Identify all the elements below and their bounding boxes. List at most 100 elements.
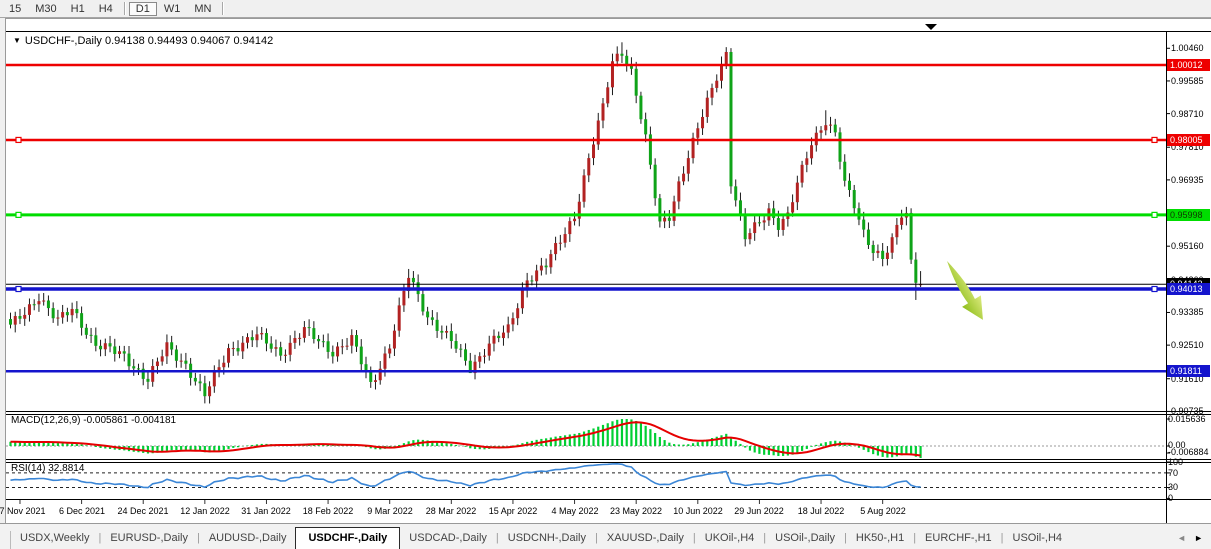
candle-body xyxy=(255,334,258,340)
candle-body xyxy=(61,312,64,317)
candle-body xyxy=(426,311,429,317)
price-level-badge: 1.00012 xyxy=(1167,59,1210,71)
line-anchor-handle[interactable] xyxy=(16,287,21,292)
candle-body xyxy=(208,386,211,396)
candle-body xyxy=(322,341,325,342)
candle-body xyxy=(284,355,287,356)
candle-body xyxy=(42,301,45,302)
tab-usoil-daily[interactable]: USOil-,Daily xyxy=(766,528,844,549)
candle-body xyxy=(260,333,263,334)
line-anchor-handle[interactable] xyxy=(1152,212,1157,217)
candle-body xyxy=(118,351,121,354)
candle-body xyxy=(52,308,55,318)
tab-usdx-weekly[interactable]: USDX,Weekly xyxy=(11,528,98,549)
candle-body xyxy=(872,245,875,253)
candle-body xyxy=(341,346,344,347)
candle-body xyxy=(203,383,206,396)
candle-body xyxy=(796,183,799,203)
candle-body xyxy=(47,301,50,309)
candle-body xyxy=(739,200,742,214)
candle-body xyxy=(763,220,766,222)
candle-body xyxy=(810,145,813,158)
rsi-axis-100-label: 100 xyxy=(1168,457,1183,467)
candle-body xyxy=(445,331,448,333)
candle-body xyxy=(663,218,666,222)
chart-canvas[interactable] xyxy=(0,0,1211,549)
candle-body xyxy=(132,366,135,368)
price-tick-label: 0.98710 xyxy=(1171,109,1204,119)
rsi-axis-0-label: 0 xyxy=(1168,493,1173,503)
candle-body xyxy=(436,320,439,331)
candle-body xyxy=(734,186,737,200)
candle-body xyxy=(317,339,320,341)
candle-body xyxy=(886,253,889,259)
line-anchor-handle[interactable] xyxy=(16,137,21,142)
candle-body xyxy=(336,346,339,356)
candle-body xyxy=(346,346,349,347)
candle-body xyxy=(289,343,292,355)
tab-usdcad-daily[interactable]: USDCAD-,Daily xyxy=(400,528,496,549)
candle-body xyxy=(265,333,268,343)
candle-body xyxy=(876,251,879,253)
candle-body xyxy=(237,348,240,351)
candle-body xyxy=(881,251,884,259)
candle-body xyxy=(853,190,856,208)
price-tick-label: 0.92510 xyxy=(1171,340,1204,350)
tab-xauusd-daily[interactable]: XAUUSD-,Daily xyxy=(598,528,693,549)
candle-body xyxy=(151,366,154,382)
candle-body xyxy=(753,222,756,233)
tab-scroll-controls: ◄► xyxy=(1177,533,1211,549)
chevron-down-icon[interactable]: ▼ xyxy=(13,36,21,45)
tab-scroll-left-icon[interactable]: ◄ xyxy=(1177,533,1186,543)
candle-body xyxy=(772,208,775,218)
candle-body xyxy=(393,331,396,349)
candle-body xyxy=(635,69,638,96)
candle-body xyxy=(521,290,524,308)
candle-body xyxy=(516,308,519,318)
candle-body xyxy=(492,336,495,344)
candle-body xyxy=(146,379,149,382)
candle-body xyxy=(758,222,761,223)
tab-eurchf-h1[interactable]: EURCHF-,H1 xyxy=(916,528,1001,549)
tab-audusd-daily[interactable]: AUDUSD-,Daily xyxy=(200,528,296,549)
candle-body xyxy=(312,328,315,339)
candle-body xyxy=(805,158,808,165)
candle-body xyxy=(369,372,372,382)
candle-body xyxy=(398,305,401,330)
candle-body xyxy=(56,318,59,319)
line-anchor-handle[interactable] xyxy=(16,212,21,217)
price-level-badge: 0.98005 xyxy=(1167,134,1210,146)
candle-body xyxy=(161,356,164,361)
candle-body xyxy=(782,219,785,230)
candle-body xyxy=(14,316,17,325)
candle-body xyxy=(677,181,680,201)
tab-usdchf-daily[interactable]: USDCHF-,Daily xyxy=(295,527,400,549)
candle-body xyxy=(156,362,159,366)
candle-body xyxy=(303,327,306,338)
chart-shift-marker-icon[interactable] xyxy=(925,24,937,30)
candle-body xyxy=(507,324,510,332)
tab-eurusd-daily[interactable]: EURUSD-,Daily xyxy=(101,528,197,549)
tab-hk50-h1[interactable]: HK50-,H1 xyxy=(847,528,913,549)
candle-body xyxy=(706,98,709,117)
candle-body xyxy=(18,316,21,319)
candle-body xyxy=(222,363,225,367)
candle-body xyxy=(23,315,26,319)
tab-usoil-h4[interactable]: USOil-,H4 xyxy=(1004,528,1072,549)
candle-body xyxy=(715,81,718,88)
tab-scroll-right-icon[interactable]: ► xyxy=(1194,533,1203,543)
candle-body xyxy=(720,64,723,80)
line-anchor-handle[interactable] xyxy=(1152,137,1157,142)
candle-body xyxy=(464,349,467,360)
chart-ohlc-values: 0.94138 0.94493 0.94067 0.94142 xyxy=(105,35,273,47)
candle-body xyxy=(374,380,377,382)
candle-body xyxy=(33,304,36,305)
line-anchor-handle[interactable] xyxy=(1152,287,1157,292)
candle-body xyxy=(843,162,846,181)
tab-usdcnh-daily[interactable]: USDCNH-,Daily xyxy=(499,528,595,549)
price-tick-label: 0.95160 xyxy=(1171,241,1204,251)
candle-body xyxy=(625,56,628,65)
candle-body xyxy=(701,117,704,128)
tab-ukoil-h4[interactable]: UKOil-,H4 xyxy=(696,528,764,549)
candle-body xyxy=(412,278,415,282)
